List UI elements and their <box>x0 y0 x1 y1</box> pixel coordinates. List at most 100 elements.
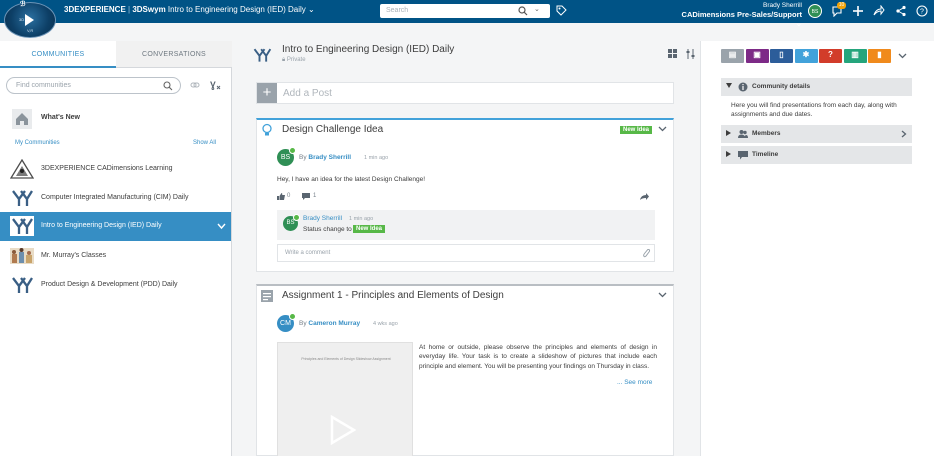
find-communities-input[interactable]: Find communities <box>6 77 181 94</box>
community-name: Product Design & Development (PDD) Daily <box>41 281 178 288</box>
survey-button[interactable]: ▮ <box>868 49 891 63</box>
classroom-photo-icon <box>10 248 34 264</box>
online-status-icon <box>289 313 296 320</box>
post-byline: By Brady Sherrill <box>299 154 351 161</box>
community-item[interactable]: Mr. Murray's Classes <box>0 242 231 270</box>
add-icon[interactable] <box>852 5 864 17</box>
share-icon[interactable] <box>640 193 649 200</box>
author-initials: BS <box>280 154 291 161</box>
document-icon: ▯ <box>779 50 784 59</box>
user-company: CADimensions Pre-Sales/Support ⌄ <box>676 10 802 28</box>
question-button[interactable]: ? <box>819 49 842 63</box>
home-icon <box>16 113 28 125</box>
comment-icon[interactable] <box>302 193 310 200</box>
byline-prefix: By <box>299 154 307 161</box>
chevron-down-icon[interactable]: ⌄ <box>308 5 315 14</box>
reply-avatar[interactable]: BS <box>283 214 300 231</box>
image-button[interactable]: ▣ <box>745 49 769 63</box>
tab-conversations[interactable]: CONVERSATIONS <box>116 41 232 68</box>
my-communities-label: My Communities <box>15 140 60 146</box>
whats-new-item[interactable]: What's New <box>0 105 231 133</box>
members-icon <box>738 130 748 138</box>
help-icon[interactable]: ? <box>916 5 928 17</box>
post-title[interactable]: Design Challenge Idea <box>282 124 383 135</box>
document-button[interactable]: ▯ <box>770 49 793 63</box>
community-name: Intro to Engineering Design (IED) Daily <box>41 222 162 229</box>
community-name: 3DEXPERIENCE CADimensions Learning <box>41 165 173 172</box>
search-icon[interactable] <box>518 6 528 16</box>
online-status-icon <box>293 214 300 221</box>
pltw-logo-icon <box>12 277 33 293</box>
plus-icon: + <box>257 83 277 103</box>
video-thumbnail[interactable]: Principles and Elements of Design Slides… <box>277 342 413 456</box>
find-communities-placeholder: Find communities <box>16 82 71 89</box>
attachment-icon[interactable] <box>643 249 651 258</box>
app-name: 3DSwym <box>132 5 166 14</box>
image-icon: ▣ <box>753 50 761 59</box>
reply-initials: BS <box>286 220 295 226</box>
timeline-icon <box>738 151 748 160</box>
author-avatar[interactable]: BS <box>277 147 296 166</box>
post-card: Assignment 1 - Principles and Elements o… <box>256 284 674 456</box>
survey-icon: ▮ <box>877 50 882 59</box>
section-title: Members <box>752 130 781 137</box>
app-title[interactable]: 3DEXPERIENCE | 3DSwym Intro to Engineeri… <box>64 5 315 14</box>
author-name[interactable]: Brady Sherrill <box>308 154 351 161</box>
post-card: Design Challenge Idea New Idea BS By Bra… <box>256 118 674 272</box>
reply-status-text: Status change to <box>303 226 352 233</box>
user-menu[interactable]: Brady Sherrill CADimensions Pre-Sales/Su… <box>676 1 802 28</box>
section-title: Community details <box>752 83 811 90</box>
community-details-section[interactable]: Community details <box>721 78 912 96</box>
status-badge: New Idea <box>620 126 653 134</box>
idea-bulb-icon <box>262 123 272 136</box>
brand-name: 3DEXPERIENCE <box>64 5 126 14</box>
home-icon-box <box>12 109 32 129</box>
pltw-filter-icon[interactable]: Ɣ <box>210 79 221 90</box>
chevron-down-icon[interactable] <box>898 51 907 60</box>
like-icon[interactable] <box>277 193 285 200</box>
play-icon[interactable] <box>330 415 356 445</box>
reply-author[interactable]: Brady Sherrill <box>303 215 342 222</box>
chevron-down-icon[interactable] <box>658 290 667 299</box>
3dexperience-logo-icon <box>10 159 34 179</box>
media-button[interactable]: ▤ <box>721 49 744 63</box>
chevron-down-icon[interactable] <box>658 124 667 133</box>
thumbnail-caption: Principles and Elements of Design Slides… <box>301 357 391 361</box>
user-avatar[interactable]: BS <box>808 4 822 18</box>
share-network-icon[interactable] <box>895 5 907 17</box>
panel-tabs: COMMUNITIES CONVERSATIONS <box>0 41 232 68</box>
lock-icon: 🔒︎ <box>282 57 286 63</box>
community-item[interactable]: Computer Integrated Manufacturing (CIM) … <box>0 184 231 212</box>
idea-button[interactable]: ✱ <box>794 49 818 63</box>
share-arrow-icon[interactable] <box>873 5 885 17</box>
search-field[interactable]: Search ⌄ <box>380 4 550 18</box>
timeline-section[interactable]: Timeline <box>721 146 912 164</box>
show-all-link[interactable]: Show All <box>193 140 216 146</box>
search-icon[interactable] <box>163 81 173 91</box>
tab-communities[interactable]: COMMUNITIES <box>0 41 116 68</box>
author-name[interactable]: Cameron Murray <box>308 320 360 327</box>
community-item-selected[interactable]: Intro to Engineering Design (IED) Daily <box>0 212 231 241</box>
chevron-right-icon[interactable] <box>901 130 907 138</box>
community-name: Mr. Murray's Classes <box>41 252 107 259</box>
search-scope-dropdown[interactable]: ⌄ <box>534 5 540 13</box>
pltw-logo-icon <box>12 190 33 206</box>
add-post-button[interactable]: + Add a Post <box>256 82 674 104</box>
see-more-link[interactable]: ... See more <box>617 379 652 386</box>
community-item[interactable]: 3DEXPERIENCE CADimensions Learning <box>0 155 231 183</box>
community-item[interactable]: Product Design & Development (PDD) Daily <box>0 271 231 299</box>
layout-toggle-icon[interactable] <box>668 49 677 59</box>
author-avatar[interactable]: CM <box>277 313 296 332</box>
members-section[interactable]: Members <box>721 125 912 143</box>
reply-status-badge: New Idea <box>353 225 386 233</box>
settings-icon[interactable] <box>686 49 695 59</box>
activity-reply: BS Brady Sherrill 1 min ago Status chang… <box>277 210 655 240</box>
comment-input[interactable]: Write a comment <box>277 244 655 262</box>
link-icon[interactable] <box>190 80 200 90</box>
chevron-down-icon[interactable] <box>217 223 226 230</box>
wiki-button[interactable]: ▥ <box>843 49 867 63</box>
compass-button[interactable]: ℬ 3D V,R <box>4 1 56 38</box>
tag-icon[interactable] <box>556 5 567 16</box>
compass-3d-label: 3D <box>19 17 25 22</box>
post-title[interactable]: Assignment 1 - Principles and Elements o… <box>282 290 504 301</box>
